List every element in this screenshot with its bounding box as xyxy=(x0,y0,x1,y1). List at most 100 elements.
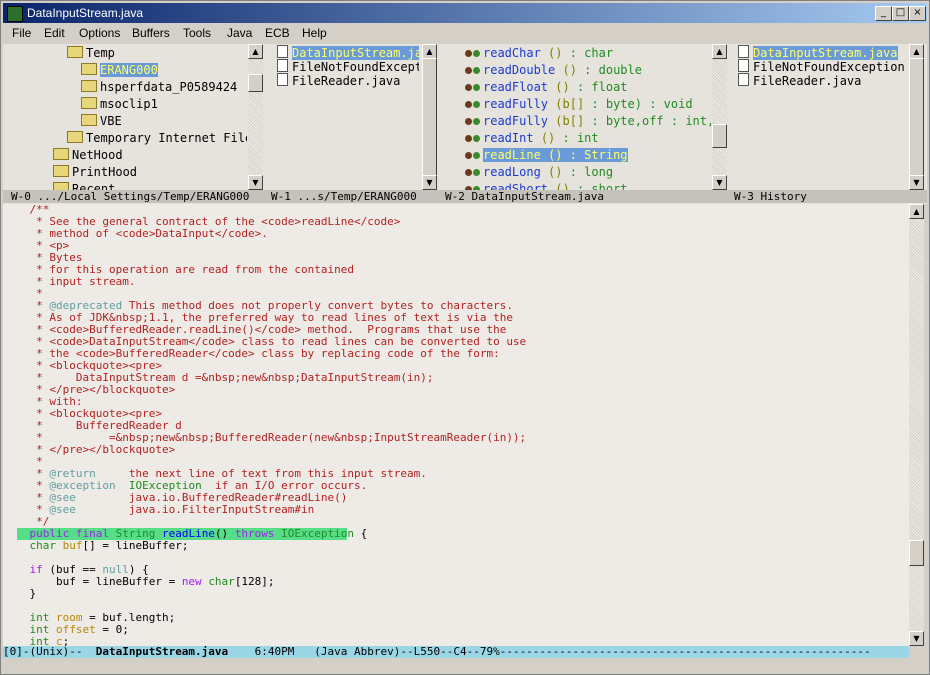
tree-item-label: Recent xyxy=(72,182,116,190)
menu-ecb[interactable]: ECB xyxy=(265,24,290,42)
emacs-app-icon xyxy=(7,6,23,22)
history-item[interactable]: FileReader.java xyxy=(738,73,861,88)
scroll-thumb[interactable] xyxy=(909,540,924,566)
maximize-button[interactable]: □ xyxy=(892,6,909,21)
scroll-down-arrow-icon[interactable]: ▼ xyxy=(712,175,727,190)
method-public-icon xyxy=(473,84,480,91)
code-token: new xyxy=(181,575,209,588)
history-item[interactable]: DataInputStream.java xyxy=(738,45,898,60)
tree-item[interactable]: Recent xyxy=(53,181,115,190)
methods-scrollbar[interactable]: ▲ ▼ xyxy=(712,44,727,190)
tree-item[interactable]: PrintHood xyxy=(53,164,137,181)
code-token: = 0; xyxy=(95,623,129,636)
sources-pane[interactable]: DataInputStream.javaFileNotFoundExceptio… xyxy=(271,44,419,190)
editor-scrollbar[interactable]: ▲ ▼ xyxy=(909,204,924,646)
method-item[interactable]: readChar () : char xyxy=(465,45,613,62)
history-pane[interactable]: DataInputStream.java FileNotFoundExceptio… xyxy=(734,44,906,190)
file-icon xyxy=(277,45,288,58)
folder-icon xyxy=(81,80,97,92)
history-scrollbar[interactable]: ▲ ▼ xyxy=(909,44,924,190)
code-line: } xyxy=(3,588,36,600)
method-signature: readLong () : long xyxy=(483,165,613,179)
tree-item-label: NetHood xyxy=(72,148,123,162)
method-args: () xyxy=(555,182,570,190)
mode-line-buffer-name: DataInputStream.java xyxy=(95,645,229,658)
modeline-directories: W-0 .../Local Settings/Temp/ERANG000 xyxy=(11,190,250,203)
folder-icon xyxy=(53,182,69,190)
menu-bar: File Edit Options Buffers Tools Java ECB… xyxy=(3,24,927,42)
modeline-methods: W-2 DataInputStream.java xyxy=(445,190,604,203)
method-signature: readFloat () : float xyxy=(483,80,628,94)
method-public-icon xyxy=(473,50,480,57)
history-item-label: DataInputStream.java xyxy=(753,46,898,60)
method-name: readLong xyxy=(483,165,541,179)
close-button[interactable]: × xyxy=(909,6,926,21)
minimize-button[interactable]: _ xyxy=(875,6,892,21)
tree-item[interactable]: VBE xyxy=(81,113,122,130)
method-visibility-icon xyxy=(465,152,472,159)
tree-item[interactable]: NetHood xyxy=(53,147,123,164)
method-item[interactable]: readFully (b[] : byte,off : int,len ➔ xyxy=(465,113,711,130)
tree-item-label: PrintHood xyxy=(72,165,138,179)
methods-pane[interactable]: readChar () : char readDouble () : double… xyxy=(445,44,711,190)
sources-scrollbar[interactable]: ▲ ▼ xyxy=(422,44,437,190)
method-type: : long xyxy=(569,165,614,179)
method-visibility-icon xyxy=(465,135,472,142)
source-item[interactable]: FileReader.java xyxy=(277,73,401,88)
source-item[interactable]: DataInputStream.java xyxy=(277,45,419,60)
scroll-down-arrow-icon[interactable]: ▼ xyxy=(909,175,924,190)
menu-help[interactable]: Help xyxy=(302,24,327,42)
tree-item[interactable]: Temporary Internet Files xyxy=(67,130,247,147)
method-item[interactable]: readDouble () : double xyxy=(465,62,642,79)
method-item[interactable]: readInt () : int xyxy=(465,130,599,147)
method-item[interactable]: readShort () : short xyxy=(465,181,628,190)
source-item-label: FileReader.java xyxy=(292,74,401,88)
scroll-up-arrow-icon[interactable]: ▲ xyxy=(248,44,263,59)
tree-item-label: msoclip1 xyxy=(100,97,158,111)
folder-icon xyxy=(67,131,83,143)
tree-item[interactable]: Temp xyxy=(67,45,115,62)
scroll-up-arrow-icon[interactable]: ▲ xyxy=(909,44,924,59)
method-item[interactable]: readFully (b[] : byte) : void xyxy=(465,96,693,113)
tree-item[interactable]: msoclip1 xyxy=(81,96,158,113)
directories-scrollbar[interactable]: ▲ ▼ xyxy=(248,44,263,190)
method-item[interactable]: readLine () : String xyxy=(465,147,628,164)
scroll-thumb[interactable] xyxy=(422,58,437,176)
minibuffer[interactable] xyxy=(3,659,927,673)
method-item[interactable]: readLong () : long xyxy=(465,164,613,181)
menu-file[interactable]: File xyxy=(12,24,31,42)
scroll-up-arrow-icon[interactable]: ▲ xyxy=(712,44,727,59)
scroll-up-arrow-icon[interactable]: ▲ xyxy=(909,204,924,219)
scroll-thumb[interactable] xyxy=(909,58,924,176)
scroll-up-arrow-icon[interactable]: ▲ xyxy=(422,44,437,59)
menu-buffers[interactable]: Buffers xyxy=(132,24,170,42)
code-line: * @see java.io.FilterInputStream#in xyxy=(3,504,314,516)
menu-edit[interactable]: Edit xyxy=(44,24,65,42)
method-type: : String xyxy=(569,148,628,162)
method-item[interactable]: readFloat () : float xyxy=(465,79,628,96)
scroll-down-arrow-icon[interactable]: ▼ xyxy=(909,631,924,646)
folder-icon xyxy=(67,46,83,58)
tree-item[interactable]: hsperfdata_P0589424 xyxy=(81,79,237,96)
code-token: buf xyxy=(62,539,83,552)
window-title: DataInputStream.java xyxy=(27,6,144,20)
history-item[interactable]: FileNotFoundException.jav➔ xyxy=(738,59,906,74)
method-args: () xyxy=(555,80,570,94)
scroll-thumb[interactable] xyxy=(712,124,727,148)
menu-java[interactable]: Java xyxy=(227,24,252,42)
method-public-icon xyxy=(473,101,480,108)
menu-tools[interactable]: Tools xyxy=(183,24,211,42)
source-item[interactable]: FileNotFoundExceptio➔ xyxy=(277,59,419,74)
directories-pane[interactable]: Temp ERANG000 hsperfdata_P0589424 msoclip1 V… xyxy=(3,44,247,190)
menu-options[interactable]: Options xyxy=(79,24,120,42)
method-public-icon xyxy=(473,169,480,176)
method-type: : short xyxy=(576,182,628,190)
tree-item[interactable]: ERANG000 xyxy=(81,62,158,79)
code-editor[interactable]: /** * See the general contract of the <c… xyxy=(3,204,909,646)
code-token: java.io.FilterInputStream#in xyxy=(75,503,315,516)
code-token: () xyxy=(214,527,235,540)
method-name: readFully xyxy=(483,97,549,111)
scroll-down-arrow-icon[interactable]: ▼ xyxy=(248,175,263,190)
scroll-down-arrow-icon[interactable]: ▼ xyxy=(422,175,437,190)
scroll-thumb[interactable] xyxy=(248,74,263,92)
